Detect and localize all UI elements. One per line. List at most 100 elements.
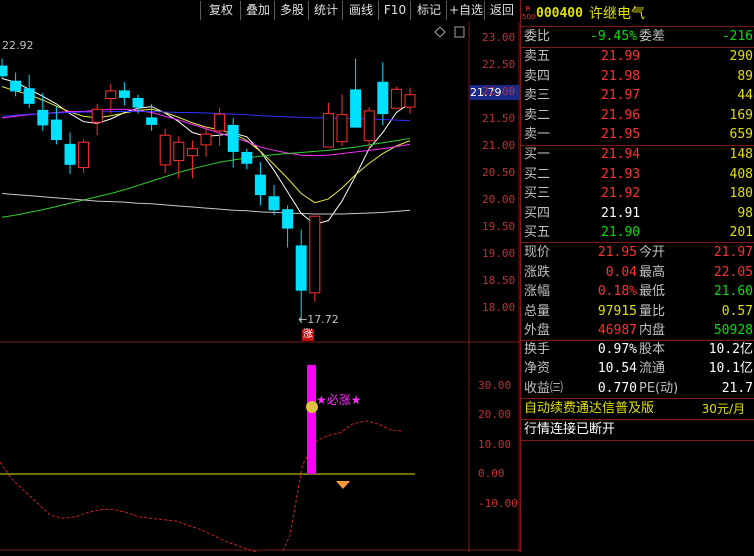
candle-body xyxy=(91,108,103,123)
bids-price: 21.93 xyxy=(601,166,641,182)
bids-price: 21.92 xyxy=(601,186,641,201)
price-axis-tick: 20.00 xyxy=(482,193,516,206)
candle-body xyxy=(0,65,8,77)
badge-top: R xyxy=(525,5,531,13)
multi-stock-button[interactable]: 多股 xyxy=(274,1,309,20)
stock-name: 许继电气 xyxy=(589,6,645,22)
asks-row[interactable]: 卖五 21.99 290 xyxy=(521,47,754,67)
price-axis-tick: 18.00 xyxy=(482,301,516,314)
asks-volume: 44 xyxy=(737,88,753,103)
fund-value-2: 10.1亿 xyxy=(708,361,753,377)
bids-row[interactable]: 买五 21.90 201 xyxy=(521,223,754,243)
indicator-axis-tick: -10.00 xyxy=(478,496,518,510)
price-axis-tick: 20.50 xyxy=(482,166,516,179)
fund-value: 0.97% xyxy=(597,342,637,357)
diamond-icon[interactable] xyxy=(434,26,446,38)
chart-toolbar: 复权 叠加 多股 统计 画线 F10 标记 +自选 返回 xyxy=(0,0,520,22)
bids-level-label: 买三 xyxy=(524,186,551,201)
asks-level-label: 卖一 xyxy=(524,127,551,142)
fundamental-row: 换手 0.97% 股本 10.2亿 xyxy=(521,340,754,360)
stat-value-2: 21.60 xyxy=(713,284,753,299)
stat-value: 46987 xyxy=(597,323,637,338)
mark-button[interactable]: 标记 xyxy=(410,1,447,20)
fund-label: 收益㈢ xyxy=(524,380,564,396)
diamond-signal-icon xyxy=(336,481,350,489)
candle-body xyxy=(336,114,348,143)
asks-price: 21.99 xyxy=(601,49,641,64)
bids-price: 21.91 xyxy=(601,205,641,221)
stat-row: 涨幅 0.18% 最低 21.60 xyxy=(521,282,754,302)
high-price-label: 22.92 xyxy=(2,39,34,52)
asks-volume: 89 xyxy=(737,68,753,84)
statistics-button[interactable]: 统计 xyxy=(308,1,343,20)
draw-line-button[interactable]: 画线 xyxy=(342,1,379,20)
overlay-button[interactable]: 叠加 xyxy=(240,1,275,20)
bids-level-label: 买四 xyxy=(524,205,551,221)
fund-label-2: 股本 xyxy=(639,342,666,357)
weicha-label: 委差 xyxy=(639,29,666,44)
asks-row[interactable]: 卖四 21.98 89 xyxy=(521,67,754,87)
bids-price: 21.94 xyxy=(601,147,641,162)
bids-row[interactable]: 买三 21.92 180 xyxy=(521,184,754,204)
fund-label-2: 流通 xyxy=(639,361,666,377)
stat-label-2: 最高 xyxy=(639,264,666,280)
low-price-label: ←17.72 xyxy=(298,313,339,326)
connection-status: 行情连接已断开 xyxy=(524,422,616,437)
fund-label-2: PE(动) xyxy=(639,380,679,396)
stat-label: 涨幅 xyxy=(524,284,551,299)
promo-row[interactable]: 自动续费通达信普及版 30元/月 xyxy=(521,399,754,419)
indicator-axis-tick: 20.00 xyxy=(478,408,512,421)
bids-row[interactable]: 买一 21.94 148 xyxy=(521,145,754,165)
moving-average-line xyxy=(1,110,411,122)
fund-value-2: 21.7 xyxy=(721,380,753,396)
bids-row[interactable]: 买二 21.93 408 xyxy=(521,165,754,185)
stat-label: 外盘 xyxy=(524,323,551,338)
promo-text[interactable]: 自动续费通达信普及版 xyxy=(524,399,654,419)
stat-label-2: 今开 xyxy=(639,245,666,260)
candle-body xyxy=(186,148,198,157)
kline-chart[interactable]: 22.92 ←17.72 涨 21.79 23.00 22.50 22.00 21.5… xyxy=(0,22,520,556)
stat-row: 外盘 46987 内盘 50928 xyxy=(521,321,754,341)
bids-level-label: 买二 xyxy=(524,166,551,182)
candle-body xyxy=(241,151,253,164)
asks-row[interactable]: 卖一 21.95 659 xyxy=(521,125,754,145)
kline-svg xyxy=(0,22,520,556)
candle-body xyxy=(282,209,294,229)
asks-level-label: 卖三 xyxy=(524,88,551,103)
bids-volume: 201 xyxy=(729,225,753,240)
bids-price: 21.90 xyxy=(601,225,641,240)
promo-price[interactable]: 30元/月 xyxy=(702,399,745,419)
candle-body xyxy=(390,88,402,109)
candle-body xyxy=(146,117,158,125)
candle-body xyxy=(377,81,389,115)
candle-body xyxy=(78,141,90,169)
window-icon[interactable] xyxy=(454,26,465,38)
asks-row[interactable]: 卖二 21.96 169 xyxy=(521,106,754,126)
fundamental-row: 净资 10.54 流通 10.1亿 xyxy=(521,359,754,379)
stat-value-2: 22.05 xyxy=(713,264,753,280)
stat-row: 涨跌 0.04 最高 22.05 xyxy=(521,263,754,283)
price-axis-tick: 23.00 xyxy=(482,31,516,44)
stock-code: 000400 xyxy=(536,6,583,21)
signal-bar xyxy=(307,364,316,474)
status-row: 行情连接已断开 xyxy=(521,420,754,440)
asks-volume: 290 xyxy=(729,49,753,64)
asks-price: 21.96 xyxy=(601,107,641,123)
f10-button[interactable]: F10 xyxy=(378,1,411,20)
weicha-value: -216 xyxy=(721,29,753,44)
back-button[interactable]: 返回 xyxy=(484,1,519,20)
candle-body xyxy=(159,134,171,166)
restore-rights-button[interactable]: 复权 xyxy=(200,1,241,20)
candle-body xyxy=(105,90,117,99)
indicator-axis-tick: 30.00 xyxy=(478,378,512,392)
price-axis-tick: 21.50 xyxy=(482,112,516,125)
asks-price: 21.95 xyxy=(601,127,641,142)
candle-body xyxy=(322,113,334,148)
stat-value-2: 50928 xyxy=(713,323,753,338)
fund-value: 0.770 xyxy=(597,380,637,396)
asks-row[interactable]: 卖三 21.97 44 xyxy=(521,86,754,106)
add-watchlist-button[interactable]: +自选 xyxy=(446,1,485,20)
stock-header: R 500 000400 许继电气 xyxy=(521,3,754,25)
stat-row: 现价 21.95 今开 21.97 xyxy=(521,243,754,263)
bids-row[interactable]: 买四 21.91 98 xyxy=(521,204,754,224)
